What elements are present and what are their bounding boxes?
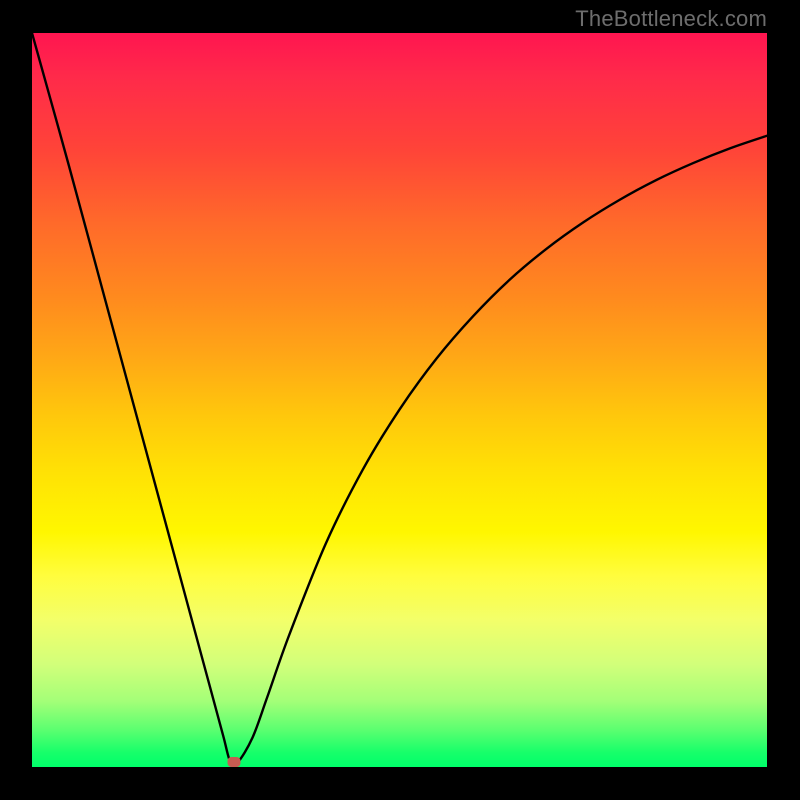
optimum-marker (228, 757, 241, 767)
chart-frame: TheBottleneck.com (0, 0, 800, 800)
plot-area (32, 33, 767, 767)
bottleneck-curve (32, 33, 767, 767)
brand-watermark: TheBottleneck.com (575, 6, 767, 32)
